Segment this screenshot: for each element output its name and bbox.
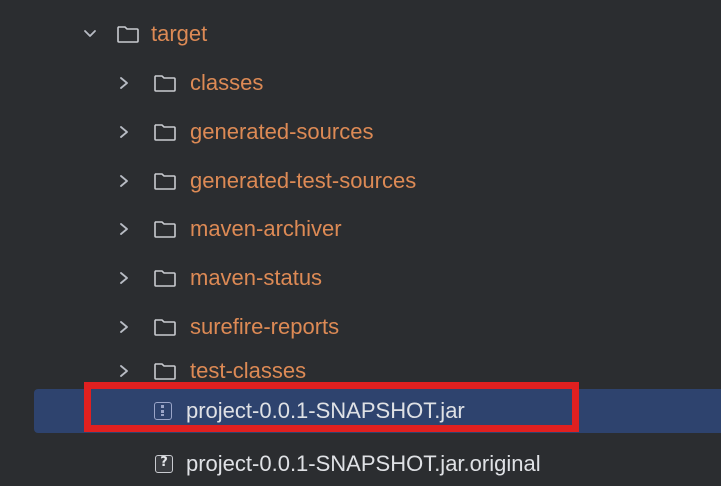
tree-item-label: project-0.0.1-SNAPSHOT.jar xyxy=(186,398,465,423)
tree-item-surefire-reports[interactable]: surefire-reports xyxy=(0,305,721,349)
folder-icon xyxy=(154,221,176,238)
tree-item-classes[interactable]: classes xyxy=(0,61,721,105)
tree-item-generated-sources[interactable]: generated-sources xyxy=(0,110,721,154)
tree-item-maven-archiver[interactable]: maven-archiver xyxy=(0,207,721,251)
folder-icon xyxy=(154,270,176,287)
tree-item-label: classes xyxy=(190,70,264,95)
unknown-file-icon: ? xyxy=(155,455,173,473)
folder-icon xyxy=(154,363,176,380)
tree-item-test-classes[interactable]: test-classes xyxy=(0,349,721,393)
jar-archive-icon xyxy=(154,402,172,420)
tree-item-label: test-classes xyxy=(190,358,307,383)
chevron-right-icon[interactable] xyxy=(117,174,131,188)
chevron-right-icon[interactable] xyxy=(117,364,131,378)
tree-item-label: project-0.0.1-SNAPSHOT.jar.original xyxy=(186,451,541,476)
tree-item-label: surefire-reports xyxy=(190,314,340,339)
tree-item-maven-status[interactable]: maven-status xyxy=(0,256,721,300)
tree-item-project-jar-original[interactable]: ? project-0.0.1-SNAPSHOT.jar.original xyxy=(0,442,721,486)
tree-item-generated-test-sources[interactable]: generated-test-sources xyxy=(0,159,721,203)
tree-item-label: maven-status xyxy=(190,265,323,290)
folder-icon xyxy=(117,26,139,43)
folder-icon xyxy=(154,173,176,190)
chevron-right-icon[interactable] xyxy=(117,320,131,334)
tree-item-label: target xyxy=(151,21,208,46)
chevron-right-icon[interactable] xyxy=(117,125,131,139)
tree-item-target[interactable]: target xyxy=(0,12,721,56)
folder-icon xyxy=(154,319,176,336)
tree-item-label: generated-test-sources xyxy=(190,168,417,193)
tree-item-label: generated-sources xyxy=(190,119,374,144)
chevron-right-icon[interactable] xyxy=(117,271,131,285)
chevron-right-icon[interactable] xyxy=(117,222,131,236)
project-tree: target classes generated-sources generat… xyxy=(0,0,721,486)
folder-icon xyxy=(154,124,176,141)
tree-item-label: maven-archiver xyxy=(190,216,342,241)
folder-icon xyxy=(154,75,176,92)
tree-item-project-jar[interactable]: project-0.0.1-SNAPSHOT.jar xyxy=(34,389,721,433)
chevron-right-icon[interactable] xyxy=(117,76,131,90)
chevron-down-icon[interactable] xyxy=(83,27,97,41)
